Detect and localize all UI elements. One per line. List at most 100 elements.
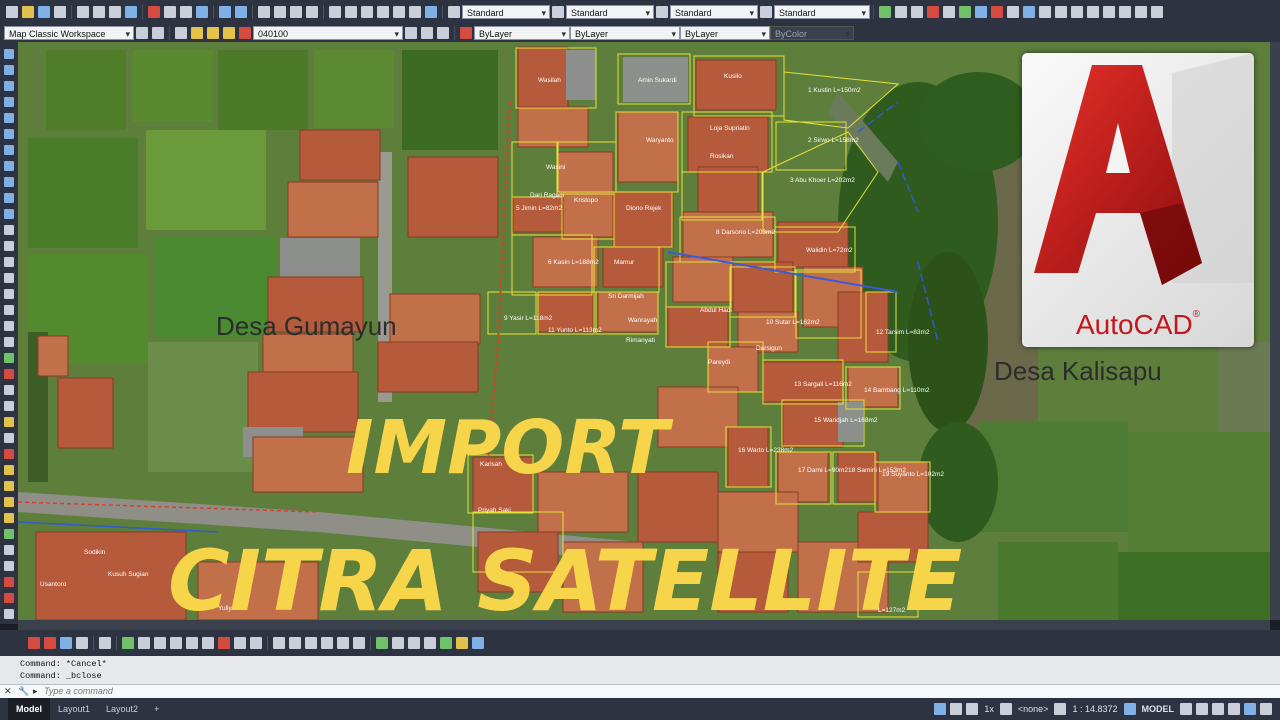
redo-icon[interactable] (235, 6, 247, 18)
tab-layout1[interactable]: Layout1 (50, 698, 98, 720)
layer-properties-icon[interactable] (175, 27, 187, 39)
copy-object-icon[interactable] (4, 385, 14, 395)
square-c-icon[interactable] (353, 637, 365, 649)
globe-status-icon[interactable] (999, 703, 1012, 715)
sheet-set-icon[interactable] (377, 6, 389, 18)
table-insert-icon[interactable] (4, 321, 14, 331)
new-file-icon[interactable] (6, 6, 18, 18)
attach-icon[interactable] (1007, 6, 1019, 18)
undo-icon[interactable] (219, 6, 231, 18)
zoom-previous-icon[interactable] (306, 6, 318, 18)
polygon-icon[interactable] (4, 97, 14, 107)
break-icon[interactable] (4, 545, 14, 555)
mleader-style-select[interactable]: Standard (774, 5, 870, 19)
lock-ui-icon[interactable] (1123, 703, 1136, 715)
tab-model[interactable]: Model (8, 698, 50, 720)
color-select[interactable]: ByLayer (474, 26, 570, 40)
image-frame-icon[interactable] (408, 637, 420, 649)
line-icon[interactable] (4, 49, 14, 59)
extend-icon[interactable] (4, 529, 14, 539)
image-export-icon[interactable] (440, 637, 452, 649)
attach-drawing-icon[interactable] (138, 637, 150, 649)
construction-line-icon[interactable] (4, 65, 14, 75)
layer-icon[interactable] (1023, 6, 1035, 18)
match-properties-icon[interactable] (196, 6, 208, 18)
spline-icon[interactable] (4, 177, 14, 187)
add-selected-icon[interactable] (4, 353, 14, 363)
mtext-icon[interactable] (4, 337, 14, 347)
annotation-scale-icon[interactable] (966, 703, 979, 715)
insert-block-icon[interactable] (4, 225, 14, 235)
zoom-realtime-icon[interactable] (274, 6, 286, 18)
snap-status-icon[interactable] (1196, 703, 1208, 715)
sun-icon[interactable] (207, 27, 219, 39)
join-icon[interactable] (4, 561, 14, 571)
fillet-icon[interactable] (4, 593, 14, 603)
topology-icon[interactable] (122, 637, 134, 649)
legend-icon[interactable] (1135, 6, 1147, 18)
lock-icon[interactable] (223, 27, 235, 39)
offset-icon[interactable] (4, 417, 14, 427)
ab-icon[interactable] (186, 637, 198, 649)
pan-icon[interactable] (258, 6, 270, 18)
open-file-icon[interactable] (22, 6, 34, 18)
ucs-icon[interactable] (927, 6, 939, 18)
scale-value[interactable]: 1 : 14.8372 (1072, 704, 1117, 714)
customize-icon[interactable] (1260, 703, 1272, 715)
move-icon[interactable] (4, 449, 14, 459)
square-icon[interactable] (289, 637, 301, 649)
define-query-icon[interactable] (170, 637, 182, 649)
gear-icon[interactable] (136, 27, 148, 39)
table-data-icon[interactable] (218, 637, 230, 649)
cut-icon[interactable] (148, 6, 160, 18)
rectangle-icon[interactable] (4, 113, 14, 123)
calculator-icon[interactable] (409, 6, 421, 18)
paste-icon[interactable] (180, 6, 192, 18)
scale-icon[interactable] (4, 481, 14, 491)
table-style-select[interactable]: Standard (670, 5, 758, 19)
image-correlation-icon[interactable] (456, 637, 468, 649)
polar-icon[interactable] (1228, 703, 1240, 715)
gradient-icon[interactable] (4, 289, 14, 299)
point-icon[interactable] (4, 257, 14, 267)
survey-icon[interactable] (60, 637, 72, 649)
setting-icon[interactable] (1151, 6, 1163, 18)
extents-icon[interactable] (1039, 6, 1051, 18)
ortho-icon[interactable] (1212, 703, 1224, 715)
map-icon[interactable] (959, 6, 971, 18)
markup-icon[interactable] (393, 6, 405, 18)
circle-icon[interactable] (4, 145, 14, 155)
explode-icon[interactable] (4, 609, 14, 619)
circle-tool-icon[interactable] (305, 637, 317, 649)
image-adjust-icon[interactable] (392, 637, 404, 649)
close-icon[interactable]: ✕ (4, 686, 12, 697)
database-icon[interactable] (234, 637, 246, 649)
print-icon[interactable] (77, 6, 89, 18)
help-icon[interactable] (425, 6, 437, 18)
image-clip-icon[interactable] (424, 637, 436, 649)
wrench-icon[interactable]: 🔧 (18, 686, 29, 697)
xy-icon[interactable] (879, 6, 891, 18)
tool-palettes-icon[interactable] (361, 6, 373, 18)
dim-style-select[interactable]: Standard (566, 5, 654, 19)
layer-previous-icon[interactable] (405, 27, 417, 39)
model-space-toggle[interactable]: MODEL (1142, 704, 1175, 714)
erase-icon[interactable] (4, 369, 14, 379)
query-drawing-icon[interactable] (154, 637, 166, 649)
layer-select[interactable]: 040100 (253, 26, 403, 40)
ellipse-icon[interactable] (4, 193, 14, 203)
stretch-icon[interactable] (4, 497, 14, 507)
publish-icon[interactable] (109, 6, 121, 18)
make-current-icon[interactable] (437, 27, 449, 39)
text-style-select[interactable]: Standard (462, 5, 550, 19)
command-input[interactable] (44, 685, 944, 697)
table-icon[interactable] (1119, 6, 1131, 18)
annotation-scale-value[interactable]: 1x (984, 704, 994, 714)
overlay-icon[interactable] (99, 637, 111, 649)
square-a-icon[interactable] (321, 637, 333, 649)
trim-icon[interactable] (4, 513, 14, 523)
mirror-icon[interactable] (4, 401, 14, 411)
lineweight-select[interactable]: ByLayer (680, 26, 770, 40)
linetype-select[interactable]: ByLayer (570, 26, 680, 40)
region-icon[interactable] (4, 305, 14, 315)
